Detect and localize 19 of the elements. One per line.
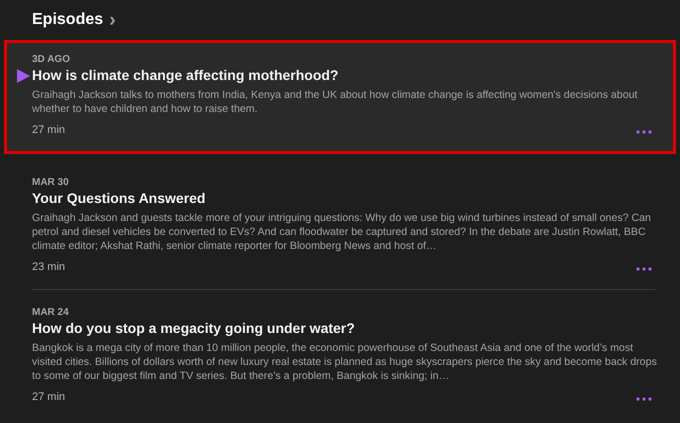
episode-title[interactable]: Your Questions Answered bbox=[32, 189, 648, 208]
more-icon[interactable] bbox=[636, 130, 652, 134]
section-title[interactable]: Episodes bbox=[32, 11, 104, 29]
episode-description: Bangkok is a mega city of more than 10 million people, the economic powerhouse of Southeast Asia and one of the world’s most visited cities. Billions of dollars worth of new luxury real estate is planned as huge skyscrapers pierce the sky and become back drops to some of our biggest film and TV series. But there’s a problem, Bangkok is sinking; in… bbox=[32, 341, 657, 383]
episode-date: MAR 24 bbox=[32, 306, 70, 319]
play-icon[interactable] bbox=[16, 69, 30, 83]
episode-duration: 27 min bbox=[32, 124, 66, 136]
more-icon[interactable] bbox=[636, 267, 652, 271]
episode-description: Graihagh Jackson talks to mothers from India, Kenya and the UK about how climate change is affecting women's decisions about whether to have children and how to raise them. bbox=[32, 88, 638, 116]
episode-title[interactable]: How is climate change affecting motherhood? bbox=[32, 66, 648, 85]
episode-description: Graihagh Jackson and guests tackle more of your intriguing questions: Why do we use big wind turbines instead of small ones? Can petrol and diesel vehicles be converted to EVs? And can floodwater be captured and stored? In the debate are Justin Rowlatt, BBC climate editor; Akshat Rathi, senior climate reporter for Bloomberg News and host of… bbox=[32, 211, 652, 253]
more-icon[interactable] bbox=[636, 397, 652, 401]
episode-title[interactable]: How do you stop a megacity going under water? bbox=[32, 319, 648, 338]
episode-duration: 27 min bbox=[32, 391, 66, 403]
selected-episode[interactable] bbox=[4, 40, 676, 154]
chevron-icon[interactable]: › bbox=[109, 10, 116, 30]
episode-date: MAR 30 bbox=[32, 176, 70, 189]
episode-duration: 23 min bbox=[32, 261, 66, 273]
episode-date: 3D AGO bbox=[32, 53, 71, 66]
